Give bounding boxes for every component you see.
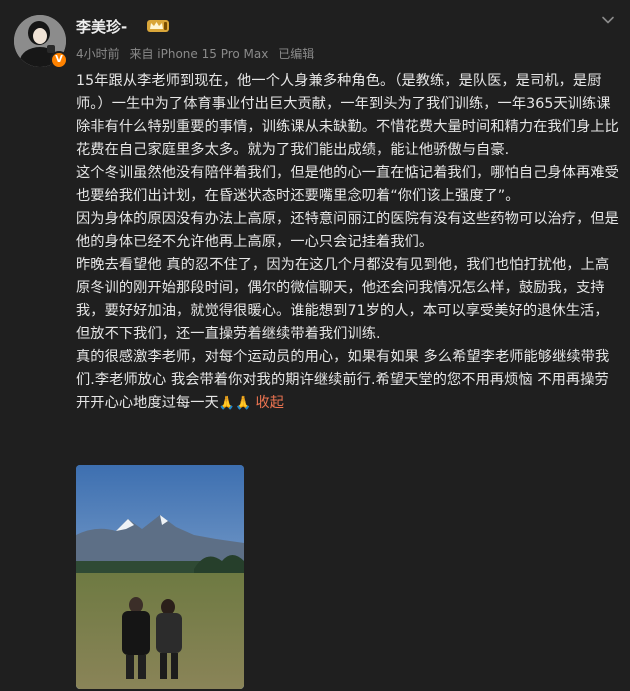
post-paragraph-text: 真的很感激李老师，对每个运动员的用心，如果有如果 多么希望李老师能够继续带我们.… [76, 349, 610, 411]
crown-level-icon[interactable] [147, 18, 169, 34]
post-paragraph: 这个冬训虽然他没有陪伴着我们，但是他的心一直在惦记着我们，哪怕自己身体再难受也要… [76, 165, 619, 204]
post-paragraph: 15年跟从李老师到现在，他一个人身兼多种角色。（是教练，是队医，是司机，是厨师。… [76, 73, 619, 158]
post-text: 15年跟从李老师到现在，他一个人身兼多种角色。（是教练，是队医，是司机，是厨师。… [76, 70, 620, 415]
chevron-down-icon[interactable] [600, 12, 616, 28]
post-meta: 4小时前 来自 iPhone 15 Pro Max 已编辑 [76, 45, 320, 62]
post-paragraph-last: 真的很感激李老师，对每个运动员的用心，如果有如果 多么希望李老师能够继续带我们.… [76, 346, 620, 415]
post-paragraph: 因为身体的原因没有办法上高原，还特意问丽江的医院有没有这些药物可以治疗，但是他的… [76, 211, 619, 250]
post-paragraph: 昨晚去看望他 真的忍不住了，因为在这几个月都没有见到他，我们也怕打扰他，上高原冬… [76, 257, 610, 342]
post-source: 来自 iPhone 15 Pro Max [129, 47, 269, 61]
collapse-link[interactable]: 收起 [255, 395, 284, 411]
author-name[interactable]: 李美珍- [76, 16, 127, 37]
pray-emoji-icon: 🙏🙏 [218, 396, 252, 411]
weibo-post-card: V 李美珍- 4小时前 来自 iPhone 15 Pro Max 已编辑 15年… [0, 0, 630, 691]
post-time[interactable]: 4小时前 [76, 47, 120, 61]
vip-verified-icon: V [50, 51, 68, 69]
edited-label[interactable]: 已编辑 [278, 47, 314, 61]
post-photo[interactable] [76, 465, 244, 689]
